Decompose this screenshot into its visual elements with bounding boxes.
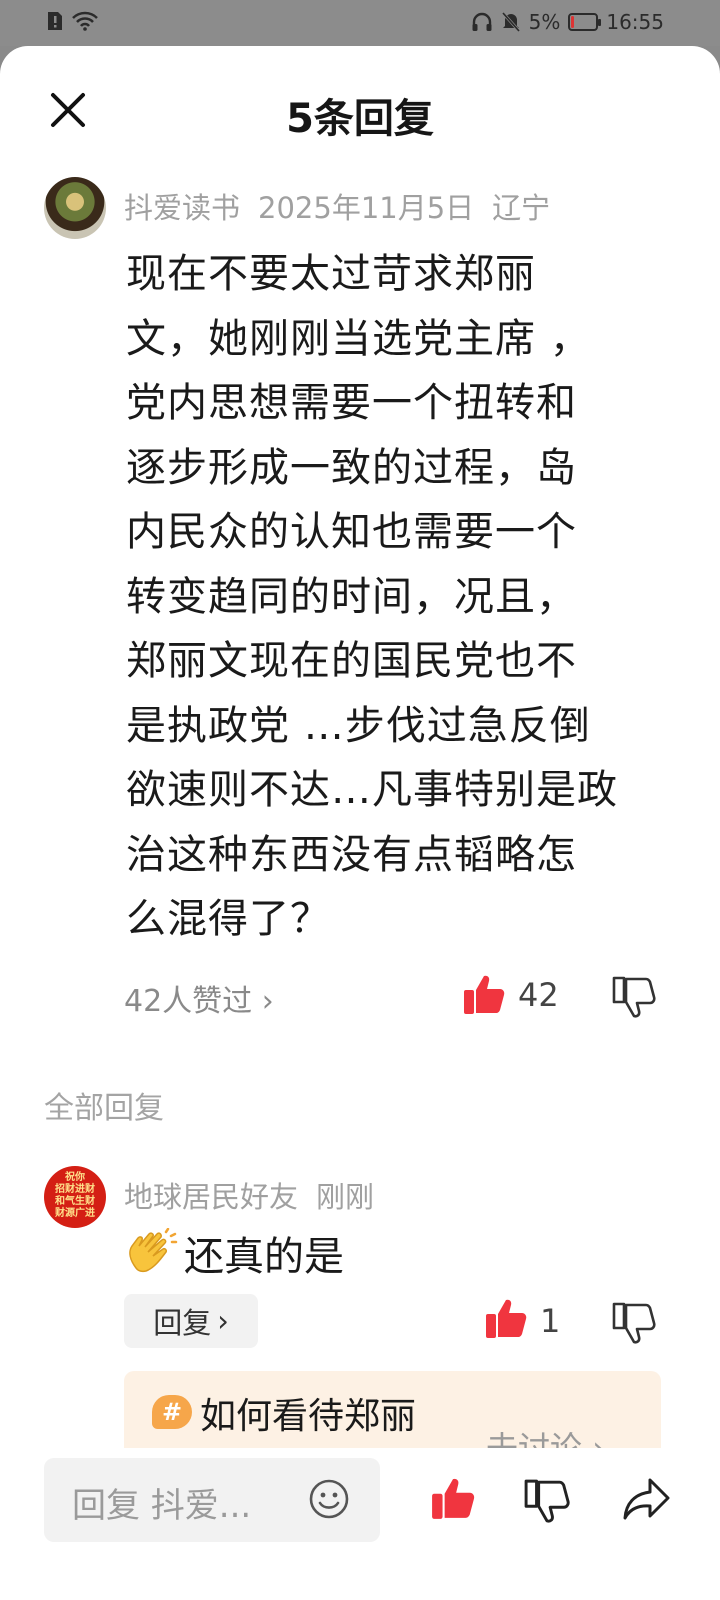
bottom-bar: 回复 抖爱... bbox=[0, 1448, 720, 1600]
comment-location: 辽宁 bbox=[492, 191, 551, 225]
share-icon[interactable] bbox=[622, 1476, 672, 1522]
battery-percent: 5% bbox=[528, 10, 561, 34]
avatar-text: 招财进财 bbox=[55, 1184, 95, 1195]
reply-content: 还真的是 bbox=[126, 1224, 344, 1282]
clock: 16:55 bbox=[606, 10, 664, 34]
avatar-text: 祝你 bbox=[65, 1172, 85, 1183]
reply-like-count: 1 bbox=[540, 1302, 561, 1340]
thumbs-up-icon[interactable] bbox=[484, 1298, 528, 1340]
comment-line: 治这种东西没有点韬略怎 bbox=[126, 831, 577, 878]
chevron-right-icon: › bbox=[217, 1304, 229, 1338]
reply-text: 还真的是 bbox=[184, 1234, 344, 1280]
topic-card[interactable]: # 如何看待郑丽 去讨论 › bbox=[124, 1371, 661, 1451]
mute-bell-icon bbox=[501, 12, 520, 32]
comment-line: 内民众的认知也需要一个 bbox=[126, 509, 577, 555]
liked-by-label: 42人赞过 bbox=[124, 984, 253, 1019]
section-title: 全部回复 bbox=[44, 1091, 164, 1126]
author-name[interactable]: 抖爱读书 bbox=[124, 191, 240, 225]
liked-by-link[interactable]: 42人赞过 › bbox=[124, 976, 274, 1020]
reply-input-placeholder: 回复 抖爱... bbox=[72, 1486, 252, 1526]
topic-badge-icon: # bbox=[152, 1395, 192, 1429]
comment-line: 是执政党 …步伐过急反倒 bbox=[126, 702, 591, 749]
comment-text: 现在不要太过苛求郑丽文，她刚刚当选党主席 ， 党内思想需要一个扭转和 逐步形成一致的… bbox=[126, 242, 666, 952]
thumbs-down-icon[interactable] bbox=[524, 1478, 570, 1524]
emoji-icon[interactable] bbox=[308, 1478, 350, 1520]
comment-line: 欲速则不达…凡事特别是政 bbox=[126, 767, 618, 813]
clapping-hands-icon bbox=[129, 1228, 178, 1273]
avatar-text: 和气生财 bbox=[55, 1196, 95, 1207]
avatar-text: 财源广进 bbox=[55, 1208, 95, 1219]
sheet-title: 5条回复 bbox=[286, 96, 434, 142]
thumbs-up-icon[interactable] bbox=[430, 1476, 476, 1522]
reply-input[interactable]: 回复 抖爱... bbox=[44, 1458, 380, 1542]
reply-button[interactable]: 回复 › bbox=[124, 1294, 258, 1348]
thumbs-down-icon[interactable] bbox=[612, 976, 656, 1018]
discuss-link[interactable]: 去讨论 › bbox=[486, 1423, 605, 1451]
reply-meta: 地球居民好友 刚刚 bbox=[124, 1174, 392, 1216]
comment-line: 转变趋同的时间，况且， bbox=[126, 573, 577, 620]
comment-date: 2025年11月5日 bbox=[258, 191, 475, 225]
reply-author[interactable]: 地球居民好友 bbox=[124, 1180, 298, 1214]
comment-meta: 抖爱读书 2025年11月5日 辽宁 bbox=[124, 185, 568, 227]
battery-icon bbox=[568, 13, 602, 31]
thumbs-up-icon[interactable] bbox=[462, 974, 506, 1016]
topic-title: 如何看待郑丽 bbox=[200, 1396, 417, 1437]
comment-line: 现在不要太过苛求郑丽 bbox=[126, 251, 536, 297]
sim-alert-icon bbox=[48, 12, 62, 30]
replies-sheet: 5条回复 抖爱读书 2025年11月5日 辽宁 现在不要太过苛求郑丽文，她刚刚当选党… bbox=[0, 46, 720, 1600]
avatar[interactable] bbox=[44, 177, 106, 239]
reply-time: 刚刚 bbox=[316, 1180, 375, 1214]
reply-avatar[interactable]: 祝你 招财进财 和气生财 财源广进 bbox=[44, 1166, 106, 1228]
comment-line: 么混得了？ bbox=[126, 896, 331, 942]
headphones-icon bbox=[472, 12, 492, 31]
wifi-icon bbox=[72, 11, 98, 31]
comment-line: 郑丽文现在的国民党也不 bbox=[126, 638, 577, 684]
comment-line: 逐步形成一致的过程，岛 bbox=[126, 444, 577, 491]
status-bar: 5% 16:55 bbox=[0, 0, 720, 46]
like-count: 42 bbox=[518, 976, 559, 1014]
reply-button-label: 回复 bbox=[153, 1306, 212, 1340]
thumbs-down-icon[interactable] bbox=[612, 1302, 656, 1344]
chevron-right-icon: › bbox=[261, 984, 274, 1019]
comment-line: 党内思想需要一个扭转和 bbox=[126, 380, 577, 426]
comment-line: 文，她刚刚当选党主席 ， bbox=[126, 315, 591, 362]
